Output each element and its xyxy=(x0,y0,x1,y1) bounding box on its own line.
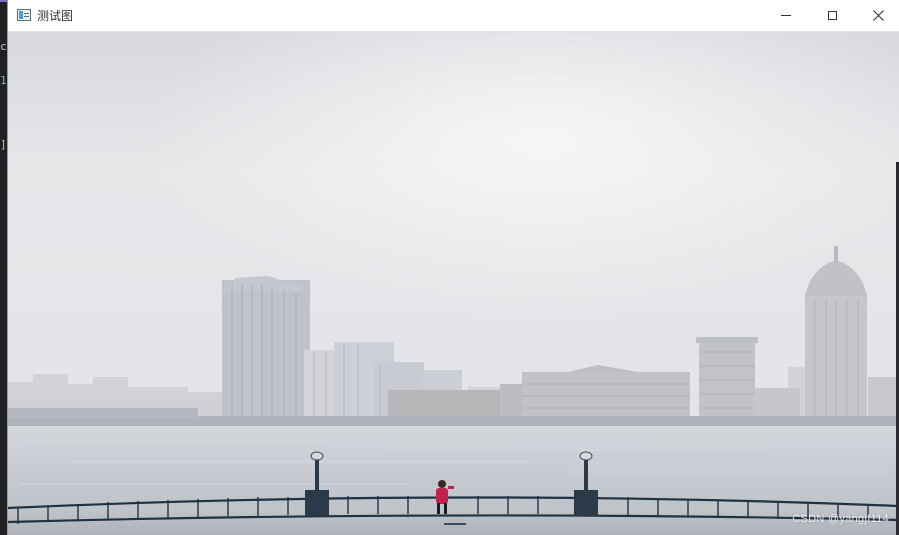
minimize-icon xyxy=(781,15,791,16)
background-glyph: 1 xyxy=(0,74,7,87)
window-app-icon xyxy=(17,9,31,21)
maximize-icon xyxy=(827,11,837,20)
close-icon xyxy=(872,10,884,21)
title-bar[interactable]: 测试图 xyxy=(8,0,899,32)
city-waterfront-photo xyxy=(8,32,899,535)
close-button[interactable] xyxy=(855,0,899,31)
background-glyph: c xyxy=(0,40,7,53)
image-viewport: CSDN @yangjf114 xyxy=(8,32,899,535)
background-glyph: ] xyxy=(0,138,7,151)
maximize-button[interactable] xyxy=(809,0,855,31)
app-window: 测试图 CSDN @yangjf114 xyxy=(8,0,899,535)
photo-watermark: CSDN @yangjf114 xyxy=(792,513,889,525)
minimize-button[interactable] xyxy=(763,0,809,31)
window-title: 测试图 xyxy=(37,9,74,23)
